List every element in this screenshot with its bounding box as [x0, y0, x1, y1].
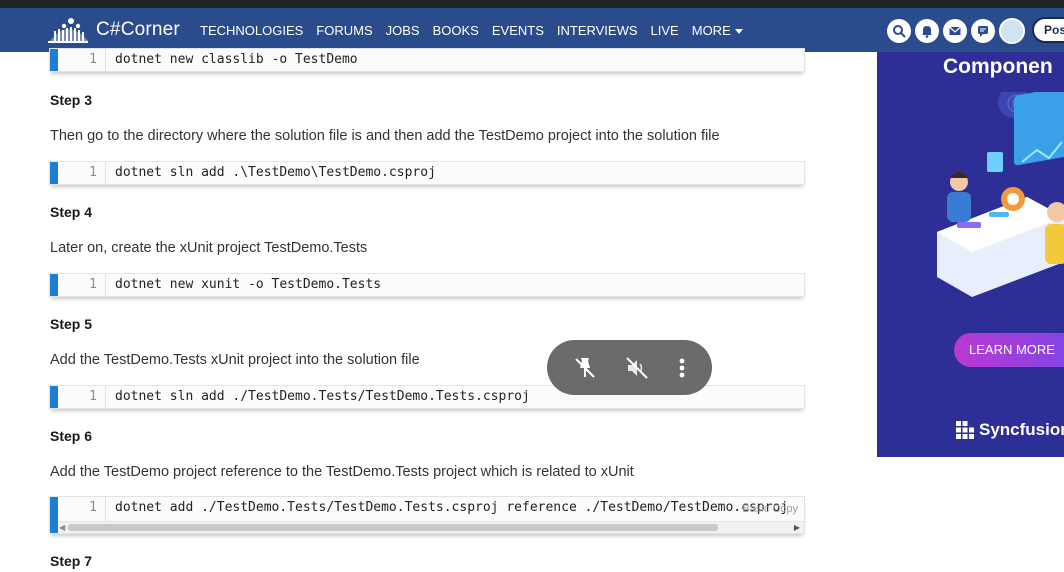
step-heading: Step 3: [50, 92, 93, 108]
ad-brand: Syncfusion: [955, 420, 1064, 440]
code-line[interactable]: dotnet new xunit -o TestDemo.Tests: [115, 274, 804, 296]
browser-top-strip: [0, 0, 1064, 8]
code-accent-bar: [50, 386, 58, 408]
scroll-right-icon[interactable]: ▶: [794, 523, 800, 532]
step-heading: Step 6: [50, 428, 93, 444]
nav-interviews[interactable]: INTERVIEWS: [557, 23, 638, 38]
nav-technologies[interactable]: TECHNOLOGIES: [200, 23, 303, 38]
code-line[interactable]: dotnet add ./TestDemo.Tests/TestDemo.Tes…: [115, 497, 804, 521]
site-navbar: C#Corner TECHNOLOGIES FORUMS JOBS BOOKS …: [0, 8, 1064, 52]
nav-events[interactable]: EVENTS: [492, 23, 544, 38]
logo-icon: [48, 18, 88, 43]
step-description: Later on, create the xUnit project TestD…: [50, 240, 368, 256]
ad-title: Componen: [943, 55, 1053, 78]
step-heading: Step 7: [50, 553, 93, 569]
step-description: Then go to the directory where the solut…: [50, 128, 720, 144]
caret-down-icon: [734, 28, 743, 34]
code-line[interactable]: dotnet sln add .\TestDemo\TestDemo.cspro…: [115, 162, 804, 184]
nav-live[interactable]: LIVE: [651, 23, 679, 38]
code-accent-bar: [50, 162, 58, 184]
learn-more-button[interactable]: LEARN MORE: [954, 333, 1064, 367]
code-block: 1 dotnet sln add .\TestDemo\TestDemo.csp…: [49, 161, 805, 185]
syncfusion-logo-icon: [956, 421, 974, 439]
line-number: 1: [58, 386, 106, 408]
logo-text: C#Corner: [96, 19, 180, 40]
code-line[interactable]: dotnet new classlib -o TestDemo: [115, 49, 804, 71]
bell-icon[interactable]: [915, 19, 939, 43]
nav-books[interactable]: BOOKS: [433, 23, 479, 38]
search-icon[interactable]: [887, 19, 911, 43]
header-actions: [887, 18, 1025, 44]
code-accent-bar: [50, 274, 58, 296]
site-logo[interactable]: C#Corner: [44, 11, 180, 49]
step-heading: Step 4: [50, 204, 93, 220]
nav-more-label: MORE: [691, 22, 731, 38]
step-description: Add the TestDemo.Tests xUnit project int…: [50, 352, 420, 368]
media-overlay-controls: [547, 340, 712, 395]
nav-more[interactable]: MORE: [692, 23, 743, 38]
step-heading: Step 5: [50, 316, 93, 332]
code-block: 1 dotnet new xunit -o TestDemo.Tests: [49, 273, 805, 297]
mute-icon[interactable]: [624, 355, 650, 381]
nav-forums[interactable]: FORUMS: [316, 23, 372, 38]
post-button[interactable]: Pos: [1032, 17, 1064, 43]
ad-illustration: @: [937, 92, 1064, 297]
step-description: Add the TestDemo project reference to th…: [50, 464, 634, 480]
line-number: 1: [58, 49, 106, 71]
ad-brand-name: Syncfusion: [979, 420, 1064, 439]
code-block: 1 dotnet add ./TestDemo.Tests/TestDemo.T…: [49, 496, 805, 534]
scroll-left-icon[interactable]: ◀: [59, 523, 65, 532]
avatar[interactable]: [999, 18, 1025, 44]
line-number: 1: [58, 274, 106, 296]
code-toolbar[interactable]: Basic Copy: [742, 503, 798, 515]
horizontal-scrollbar[interactable]: ◀ ▶: [58, 521, 804, 533]
main-nav: TECHNOLOGIES FORUMS JOBS BOOKS EVENTS IN…: [200, 8, 756, 52]
line-number: 1: [58, 497, 106, 521]
article-body: 1 dotnet new classlib -o TestDemo Step 3…: [0, 48, 860, 572]
chat-icon[interactable]: [971, 19, 995, 43]
nav-jobs[interactable]: JOBS: [386, 23, 420, 38]
code-accent-bar: [50, 49, 58, 71]
scrollbar-thumb[interactable]: [68, 524, 718, 531]
code-block: 1 dotnet new classlib -o TestDemo: [49, 48, 805, 72]
line-number: 1: [58, 162, 106, 184]
mail-icon[interactable]: [943, 19, 967, 43]
advertisement-banner[interactable]: Componen @ LEARN MORE Syncfusion: [877, 52, 1064, 457]
code-accent-bar: [50, 497, 58, 533]
unpin-icon[interactable]: [572, 355, 598, 381]
more-vertical-icon[interactable]: [677, 355, 687, 381]
